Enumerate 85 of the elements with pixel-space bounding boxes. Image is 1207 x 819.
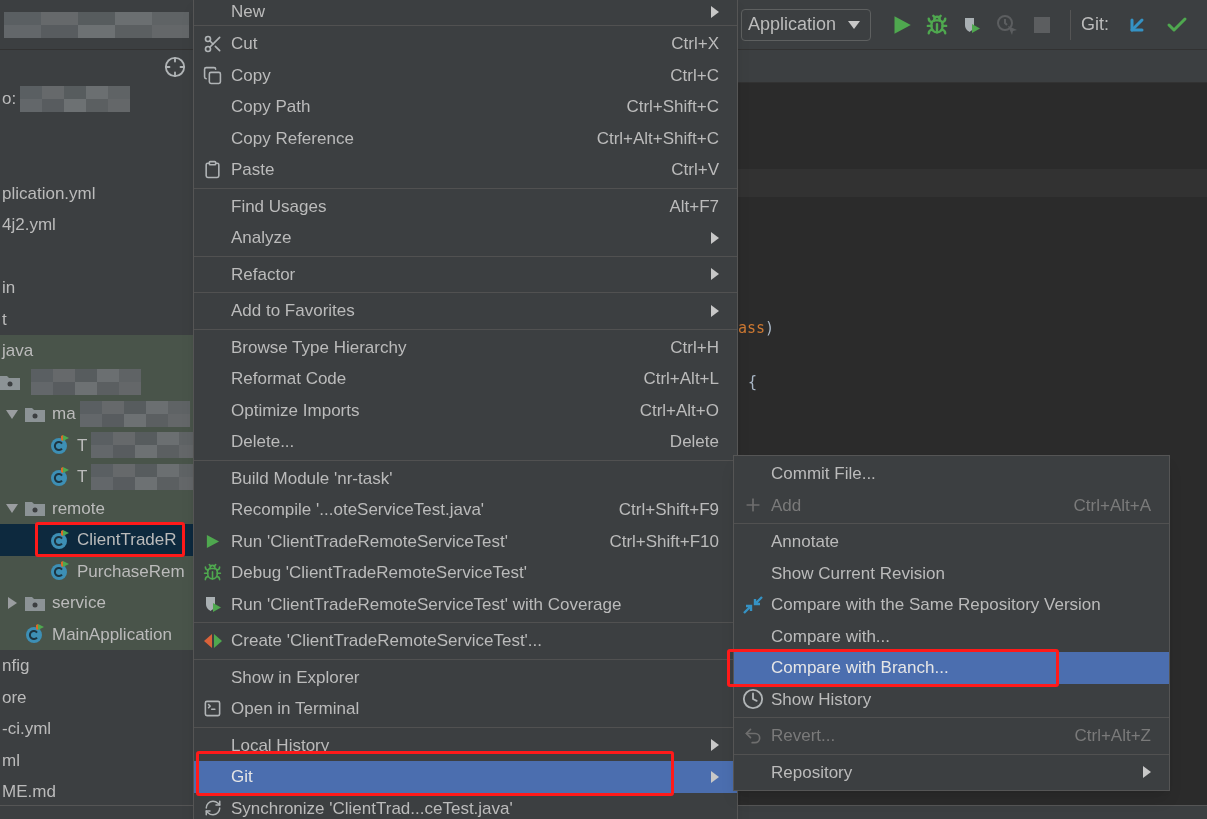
scissors-icon [202, 33, 223, 54]
menu-item[interactable]: Run 'ClientTradeRemoteServiceTest' with Coverage [194, 588, 737, 620]
menu-item[interactable]: Paste Ctrl+V [194, 154, 737, 186]
tree-item[interactable]: t [0, 303, 194, 335]
terminal-icon [203, 699, 222, 719]
clock-cursor-icon [996, 13, 1019, 36]
create-test-icon [203, 633, 222, 648]
tree-item[interactable]: service [0, 587, 194, 619]
menu-item[interactable]: Local History [194, 729, 737, 761]
menu-item[interactable]: Add to Favorites [194, 295, 737, 327]
refresh-icon [203, 799, 222, 818]
stop-icon [1034, 16, 1051, 33]
clock-icon [741, 688, 764, 711]
menu-item[interactable]: Copy Ctrl+C [194, 59, 737, 91]
menu-item[interactable]: New [194, 1, 737, 23]
tree-item[interactable]: remote [0, 492, 194, 524]
tree-item[interactable]: o: [0, 83, 194, 115]
folder-icon [0, 374, 20, 391]
git-label: Git: [1081, 13, 1109, 36]
tree-item[interactable]: plication.yml [0, 177, 194, 209]
tree-item[interactable]: ml [0, 744, 194, 776]
menu-item[interactable]: Open in Terminal [194, 693, 737, 725]
menu-item[interactable]: Repository [734, 756, 1169, 788]
tree-item[interactable]: nfig [0, 650, 194, 682]
code-line: { [748, 372, 758, 394]
shield-play-icon [963, 15, 982, 34]
shield-play-icon [203, 595, 222, 614]
class-icon [50, 435, 70, 456]
collapsed-caret-icon[interactable] [6, 596, 18, 609]
clipboard-icon [203, 160, 222, 180]
run-config-dropdown[interactable]: Application [740, 8, 871, 41]
tree-item[interactable]: -ci.yml [0, 713, 194, 745]
tree-item[interactable]: ME.md [0, 776, 194, 805]
menu-item[interactable]: Cut Ctrl+X [194, 28, 737, 60]
class-icon [50, 466, 70, 487]
menu-item[interactable]: Show History [734, 683, 1169, 715]
menu-item[interactable]: Annotate [734, 526, 1169, 558]
menu-item[interactable]: Create 'ClientTradeRemoteServiceTest'... [194, 625, 737, 657]
expanded-caret-icon[interactable] [6, 407, 18, 420]
menu-item[interactable]: Find Usages Alt+F7 [194, 190, 737, 222]
tree-item[interactable]: MainApplication [0, 618, 194, 650]
tree-item[interactable]: T [0, 429, 194, 461]
tree-item[interactable]: ma [0, 398, 194, 430]
tree-item[interactable]: 4j2.yml [0, 209, 194, 241]
tree-item[interactable]: T [0, 461, 194, 493]
code-line: ass) [738, 318, 775, 340]
menu-item[interactable]: Compare with... [734, 620, 1169, 652]
menu-item[interactable]: Delete... Delete [194, 426, 737, 458]
menu-item[interactable]: Browse Type Hierarchy Ctrl+H [194, 331, 737, 363]
run-icon [205, 533, 220, 549]
menu-item[interactable]: Compare with Branch... [734, 652, 1169, 684]
menu-item[interactable]: Synchronize 'ClientTrad...ceTest.java' [194, 792, 737, 819]
class-icon [50, 561, 70, 582]
menu-item[interactable]: Git [194, 761, 737, 793]
menu-item[interactable]: Run 'ClientTradeRemoteServiceTest' Ctrl+Shift+F10 [194, 525, 737, 557]
bug-icon [203, 563, 222, 583]
bug-icon [926, 13, 949, 36]
folder-icon [25, 500, 45, 517]
folder-icon [25, 405, 45, 422]
menu-item[interactable]: Analyze [194, 222, 737, 254]
tree-item[interactable]: java [0, 335, 194, 367]
copy-icon [203, 65, 222, 85]
menu-item[interactable]: Debug 'ClientTradeRemoteServiceTest' [194, 557, 737, 589]
dropdown-caret-icon [848, 20, 860, 29]
menu-item[interactable]: Compare with the Same Repository Version [734, 589, 1169, 621]
expanded-caret-icon[interactable] [6, 502, 18, 515]
menu-item[interactable]: Copy Reference Ctrl+Alt+Shift+C [194, 122, 737, 154]
folder-icon [25, 594, 45, 611]
menu-item[interactable]: Recompile '...oteServiceTest.java' Ctrl+Shift+F9 [194, 494, 737, 526]
class-icon [25, 624, 45, 645]
undo-icon [742, 725, 763, 746]
menu-item[interactable]: Copy Path Ctrl+Shift+C [194, 91, 737, 123]
tree-item[interactable]: ore [0, 681, 194, 713]
menu-item[interactable]: Reformat Code Ctrl+Alt+L [194, 363, 737, 395]
menu-item[interactable]: Commit File... [734, 458, 1169, 490]
compare-arrows-icon [741, 594, 764, 615]
tree-item[interactable]: PurchaseRem [0, 555, 194, 587]
menu-item[interactable]: Optimize Imports Ctrl+Alt+O [194, 394, 737, 426]
locate-icon[interactable] [164, 55, 186, 78]
run-icon [892, 14, 913, 35]
menu-item[interactable]: Build Module 'nr-task' [194, 462, 737, 494]
menu-item[interactable]: Refactor [194, 258, 737, 290]
tree-item[interactable]: in [0, 272, 194, 304]
menu-item[interactable]: Show Current Revision [734, 557, 1169, 589]
class-icon [50, 529, 70, 550]
